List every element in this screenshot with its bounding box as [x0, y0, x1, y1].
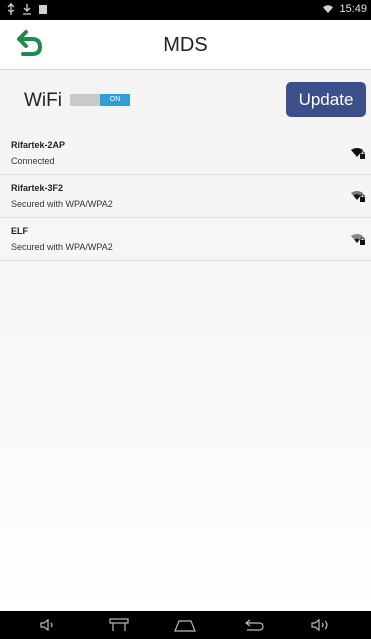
network-status: Secured with WPA/WPA2: [11, 199, 113, 209]
network-status: Secured with WPA/WPA2: [11, 242, 113, 252]
network-item-rifartek-2ap[interactable]: Rifartek-2AP Connected: [0, 132, 371, 175]
sd-card-icon: [38, 3, 48, 15]
wifi-control-row: WiFi ON Update: [0, 70, 371, 132]
status-bar: 15:49: [0, 0, 371, 20]
status-time: 15:49: [339, 3, 367, 15]
wifi-toggle[interactable]: ON: [70, 94, 130, 106]
navigation-bar: [0, 611, 371, 639]
wifi-lock-icon: [351, 234, 365, 245]
app-bar: MDS: [0, 20, 371, 70]
update-button[interactable]: Update: [286, 82, 366, 117]
recent-apps-icon[interactable]: [107, 617, 131, 633]
wifi-icon: [323, 3, 334, 15]
status-right: 15:49: [323, 3, 367, 15]
main-content: WiFi ON Update Rifartek-2AP Connected Ri…: [0, 70, 371, 611]
status-left-icons: [6, 3, 48, 15]
network-item-rifartek-3f2[interactable]: Rifartek-3F2 Secured with WPA/WPA2: [0, 175, 371, 218]
wifi-lock-icon: [351, 148, 365, 159]
wifi-label: WiFi: [24, 90, 62, 111]
network-list: Rifartek-2AP Connected Rifartek-3F2 Secu…: [0, 132, 371, 261]
network-name: ELF: [11, 226, 28, 236]
network-name: Rifartek-2AP: [11, 140, 66, 150]
network-item-elf[interactable]: ELF Secured with WPA/WPA2: [0, 218, 371, 261]
usb-icon: [6, 3, 16, 15]
wifi-lock-icon: [351, 191, 365, 202]
network-name: Rifartek-3F2: [11, 183, 64, 193]
volume-up-icon[interactable]: [309, 617, 333, 633]
back-icon[interactable]: [242, 617, 266, 633]
wifi-toggle-on-label: ON: [100, 94, 130, 106]
download-icon: [22, 3, 32, 15]
home-icon[interactable]: [173, 617, 197, 633]
network-status: Connected: [11, 156, 55, 166]
volume-down-icon[interactable]: [36, 617, 60, 633]
page-title: MDS: [163, 34, 208, 56]
